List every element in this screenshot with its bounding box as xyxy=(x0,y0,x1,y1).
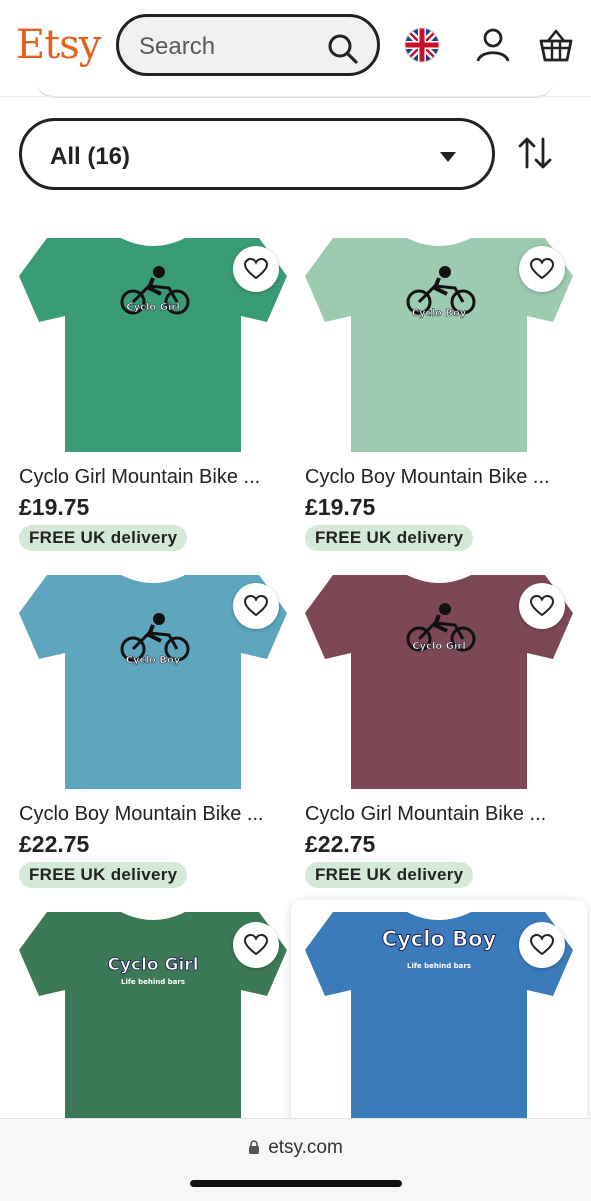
shirt-print-text: Cyclo Girl xyxy=(412,641,466,652)
account-icon[interactable] xyxy=(474,26,512,64)
url-display[interactable]: etsy.com xyxy=(0,1137,591,1159)
favorite-button[interactable] xyxy=(519,583,565,629)
shirt-print-text: Cyclo Boy xyxy=(126,655,181,666)
product-title[interactable]: Cyclo Girl Mountain Bike ... xyxy=(305,803,573,826)
shirt-print-text: Cyclo Boy xyxy=(412,308,467,319)
delivery-badge: FREE UK delivery xyxy=(305,525,474,551)
product-price: £19.75 xyxy=(305,494,376,520)
favorite-button[interactable] xyxy=(519,246,565,292)
product-title[interactable]: Cyclo Boy Mountain Bike ... xyxy=(305,466,573,489)
heart-icon xyxy=(244,934,268,956)
favorite-button[interactable] xyxy=(519,922,565,968)
uk-flag-icon[interactable] xyxy=(403,26,441,64)
product-price: £22.75 xyxy=(305,831,376,857)
etsy-logo[interactable]: Etsy xyxy=(16,22,101,68)
product-price: £22.75 xyxy=(19,831,90,857)
shirt-print-subtext: Life behind bars xyxy=(121,978,185,986)
shirt-print-text: Cyclo Girl xyxy=(107,955,198,975)
shirt-print-subtext: Life behind bars xyxy=(407,962,471,970)
product-price: £19.75 xyxy=(19,494,90,520)
header-divider xyxy=(0,96,591,97)
search-bar[interactable] xyxy=(116,14,380,76)
delivery-badge: FREE UK delivery xyxy=(19,862,188,888)
sort-icon[interactable] xyxy=(516,134,554,172)
product-title[interactable]: Cyclo Girl Mountain Bike ... xyxy=(19,466,287,489)
basket-icon[interactable] xyxy=(537,26,575,64)
favorite-button[interactable] xyxy=(233,583,279,629)
favorite-button[interactable] xyxy=(233,246,279,292)
delivery-badge: FREE UK delivery xyxy=(305,862,474,888)
favorite-button[interactable] xyxy=(233,922,279,968)
heart-icon xyxy=(530,595,554,617)
heart-icon xyxy=(244,258,268,280)
lock-icon xyxy=(249,1140,260,1154)
site-header: Etsy xyxy=(0,0,591,98)
delivery-badge: FREE UK delivery xyxy=(19,525,188,551)
search-icon[interactable] xyxy=(327,33,359,65)
shirt-print-text: Cyclo Boy xyxy=(382,927,497,951)
url-text: etsy.com xyxy=(268,1137,343,1158)
heart-icon xyxy=(530,258,554,280)
heart-icon xyxy=(244,595,268,617)
chevron-down-icon xyxy=(440,152,456,162)
filter-label: All (16) xyxy=(50,143,131,170)
product-title[interactable]: Cyclo Boy Mountain Bike ... xyxy=(19,803,287,826)
home-indicator[interactable] xyxy=(190,1180,402,1187)
category-filter-dropdown[interactable]: All (16) xyxy=(19,118,495,190)
browser-address-bar[interactable]: etsy.com xyxy=(0,1118,591,1201)
shirt-print-text: Cyclo Girl xyxy=(126,302,180,313)
search-input[interactable] xyxy=(137,29,321,65)
heart-icon xyxy=(530,934,554,956)
